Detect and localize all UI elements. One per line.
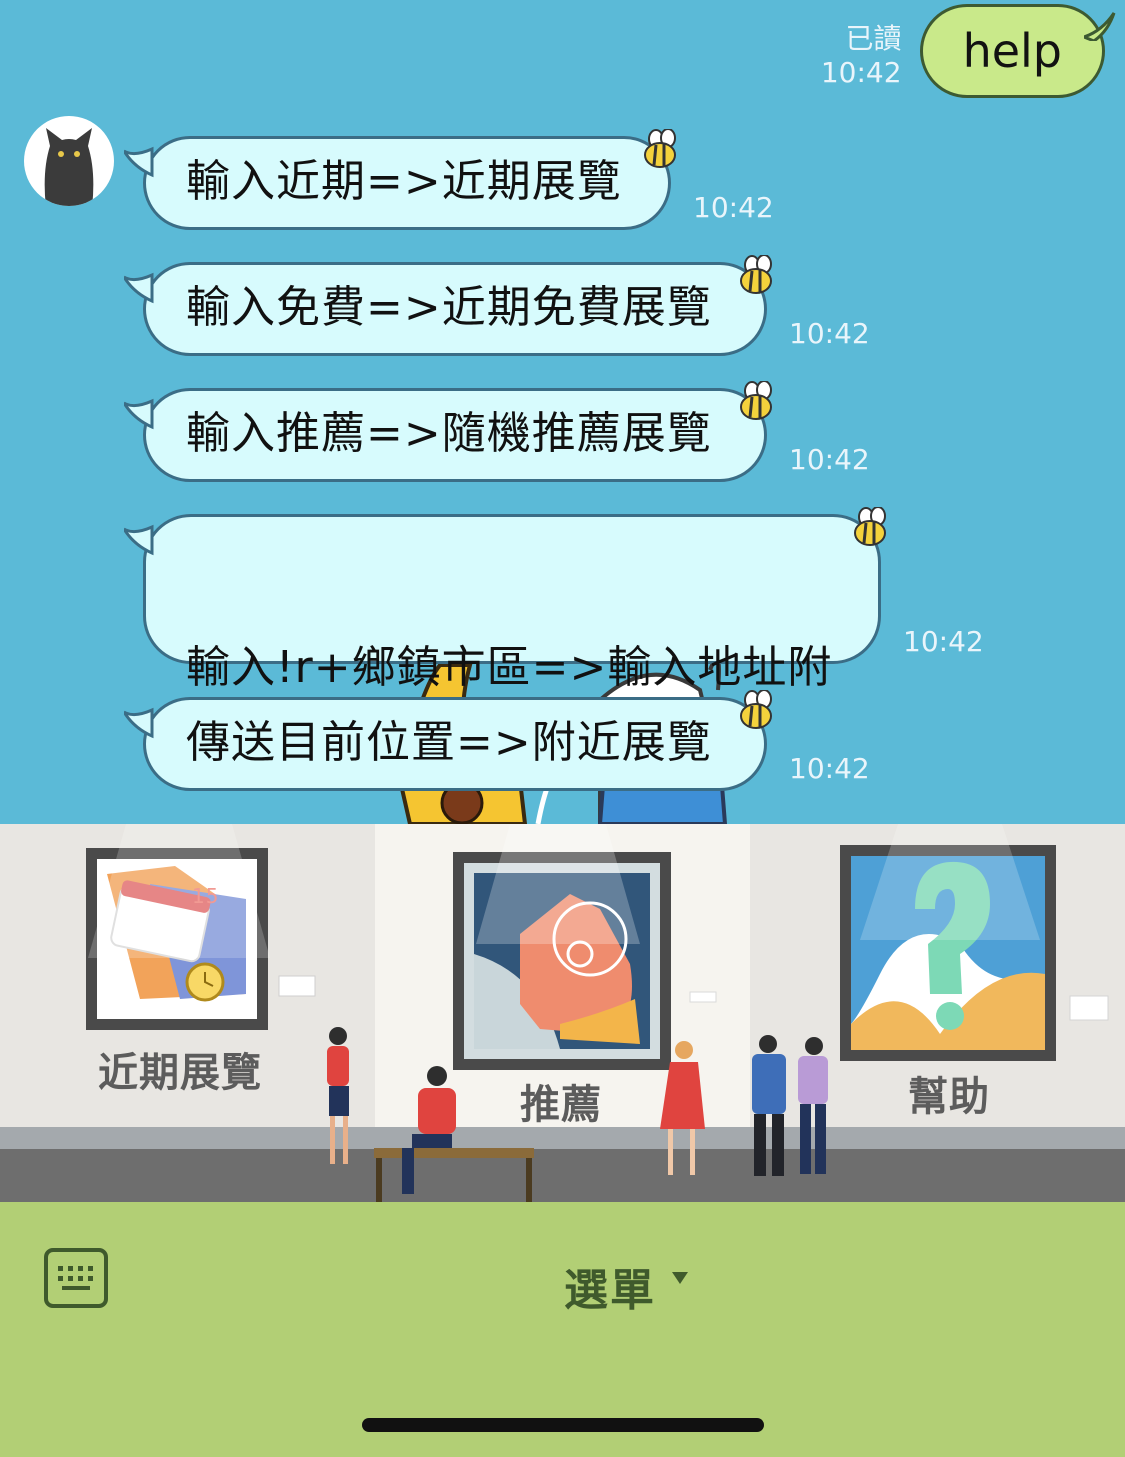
menu-toggle-button[interactable]: 選單 [564, 1254, 656, 1318]
home-indicator [362, 1418, 764, 1432]
bubble-tail-icon [124, 272, 154, 304]
message-time: 10:42 [903, 625, 984, 658]
rich-menu-recommend[interactable] [375, 824, 750, 1202]
bubble-tail-icon [124, 707, 154, 739]
bottom-bar: 選單 [0, 1202, 1125, 1457]
rich-menu: 15 近期展覽 推薦 幫助 [0, 824, 1125, 1202]
bee-icon [740, 690, 772, 729]
chat-area[interactable]: 已讀 10:42 help 輸入近期=>近期展覽 10:42 輸入免費=>近期免 [0, 0, 1125, 824]
message-time: 10:42 [789, 752, 870, 785]
rich-menu-label-recent: 近期展覽 [98, 1050, 262, 1096]
incoming-message: 輸入!r+鄉鎮市區=>輸入地址附 近的展覽 10:42 [124, 507, 984, 747]
bot-avatar[interactable] [24, 116, 114, 206]
keyboard-icon [58, 1266, 93, 1290]
rich-menu-label-help: 幫助 [908, 1074, 990, 1120]
message-text: 輸入推薦=>隨機推薦展覽 [186, 408, 712, 459]
rich-menu-recent-exhibitions[interactable] [0, 824, 375, 1202]
incoming-bubble[interactable]: 輸入推薦=>隨機推薦展覽 [124, 381, 772, 482]
incoming-bubble[interactable]: 輸入近期=>近期展覽 [124, 129, 676, 230]
message-text: 輸入免費=>近期免費展覽 [186, 282, 712, 333]
incoming-bubble[interactable]: 輸入免費=>近期免費展覽 [124, 255, 772, 356]
incoming-bubble[interactable]: 傳送目前位置=>附近展覽 [124, 690, 772, 791]
keyboard-toggle-icon[interactable] [44, 1248, 108, 1308]
bubble-tail-icon [124, 524, 154, 556]
bubble-tail-icon [124, 146, 154, 178]
incoming-message: 輸入近期=>近期展覽 10:42 [124, 129, 774, 230]
caret-down-icon[interactable] [672, 1272, 688, 1284]
incoming-message: 輸入推薦=>隨機推薦展覽 10:42 [124, 381, 870, 482]
calendar-number: 15 [192, 884, 220, 908]
message-time: 10:42 [693, 191, 774, 224]
message-text: 傳送目前位置=>附近展覽 [186, 717, 712, 768]
incoming-message: 傳送目前位置=>附近展覽 10:42 [124, 690, 870, 791]
bee-icon [740, 381, 772, 420]
bee-icon [740, 255, 772, 294]
bee-icon [644, 129, 676, 168]
message-time: 10:42 [820, 56, 902, 89]
incoming-bubble[interactable]: 輸入!r+鄉鎮市區=>輸入地址附 近的展覽 [124, 507, 886, 747]
incoming-message: 輸入免費=>近期免費展覽 10:42 [124, 255, 870, 356]
black-cat-icon [44, 128, 94, 206]
bubble-tail-icon [124, 398, 154, 430]
outgoing-bubble[interactable]: help [919, 4, 1116, 98]
message-text: 輸入近期=>近期展覽 [186, 156, 622, 207]
rich-menu-label-recommend: 推薦 [520, 1082, 602, 1128]
read-receipt: 已讀 [845, 22, 902, 55]
bubble-tail-icon [1084, 12, 1116, 41]
rich-menu-help[interactable] [750, 824, 1125, 1202]
bee-icon [854, 507, 886, 546]
message-time: 10:42 [789, 443, 870, 476]
outgoing-message: 已讀 10:42 help [820, 4, 1116, 98]
message-text: help [962, 24, 1062, 78]
message-time: 10:42 [789, 317, 870, 350]
